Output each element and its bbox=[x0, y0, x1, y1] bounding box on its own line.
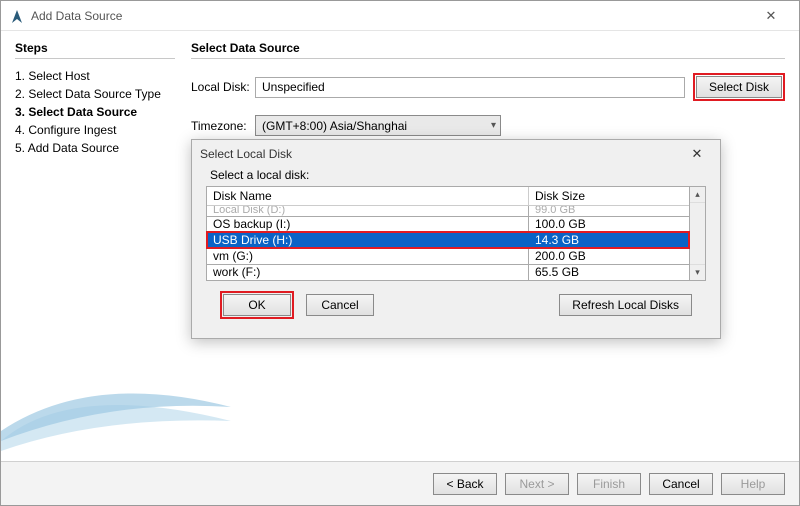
dialog-cancel-button[interactable]: Cancel bbox=[306, 294, 374, 316]
step-item: 1. Select Host bbox=[15, 67, 175, 85]
timezone-value: (GMT+8:00) Asia/Shanghai bbox=[262, 119, 407, 133]
scrollbar[interactable]: ▴ ▾ bbox=[690, 186, 706, 281]
step-item-current: 3. Select Data Source bbox=[15, 103, 175, 121]
titlebar: Add Data Source ✕ bbox=[1, 1, 799, 31]
select-disk-dialog: Select Local Disk ✕ Select a local disk:… bbox=[191, 139, 721, 339]
timezone-select[interactable]: (GMT+8:00) Asia/Shanghai ▾ bbox=[255, 115, 501, 136]
finish-button[interactable]: Finish bbox=[577, 473, 641, 495]
scroll-down-icon[interactable]: ▾ bbox=[690, 264, 705, 280]
chevron-down-icon: ▾ bbox=[491, 120, 496, 131]
select-disk-button[interactable]: Select Disk bbox=[696, 76, 782, 98]
steps-list: 1. Select Host 2. Select Data Source Typ… bbox=[15, 61, 175, 157]
table-row[interactable]: OS backup (I:)100.0 GB bbox=[207, 216, 689, 232]
table-row[interactable]: work (F:)65.5 GB bbox=[207, 264, 689, 280]
disk-table: Disk Name Disk Size Local Disk (D:)99.0 … bbox=[206, 186, 690, 281]
local-disk-input[interactable] bbox=[255, 77, 685, 98]
col-disk-size[interactable]: Disk Size bbox=[529, 187, 689, 205]
steps-heading: Steps bbox=[15, 41, 175, 59]
close-icon[interactable]: ✕ bbox=[751, 8, 791, 24]
dialog-close-icon[interactable]: ✕ bbox=[682, 146, 712, 162]
refresh-disks-button[interactable]: Refresh Local Disks bbox=[559, 294, 692, 316]
col-disk-name[interactable]: Disk Name bbox=[207, 187, 529, 205]
back-button[interactable]: < Back bbox=[433, 473, 497, 495]
cancel-button[interactable]: Cancel bbox=[649, 473, 713, 495]
window-title: Add Data Source bbox=[31, 9, 751, 23]
timezone-label: Timezone: bbox=[191, 119, 255, 133]
dialog-subtitle: Select a local disk: bbox=[210, 168, 706, 182]
step-item: 4. Configure Ingest bbox=[15, 121, 175, 139]
table-row[interactable]: vm (G:)200.0 GB bbox=[207, 248, 689, 264]
step-item: 2. Select Data Source Type bbox=[15, 85, 175, 103]
scroll-up-icon[interactable]: ▴ bbox=[690, 187, 705, 203]
wizard-footer: < Back Next > Finish Cancel Help bbox=[1, 461, 799, 505]
dialog-title: Select Local Disk bbox=[200, 147, 682, 161]
ok-button[interactable]: OK bbox=[223, 294, 291, 316]
help-button[interactable]: Help bbox=[721, 473, 785, 495]
next-button[interactable]: Next > bbox=[505, 473, 569, 495]
local-disk-label: Local Disk: bbox=[191, 80, 255, 94]
panel-heading: Select Data Source bbox=[191, 41, 785, 59]
app-icon bbox=[9, 8, 25, 24]
steps-sidebar: Steps 1. Select Host 2. Select Data Sour… bbox=[1, 31, 181, 461]
table-row[interactable]: Local Disk (D:)99.0 GB bbox=[207, 206, 689, 216]
table-row-selected[interactable]: USB Drive (H:)14.3 GB bbox=[207, 232, 689, 248]
step-item: 5. Add Data Source bbox=[15, 139, 175, 157]
